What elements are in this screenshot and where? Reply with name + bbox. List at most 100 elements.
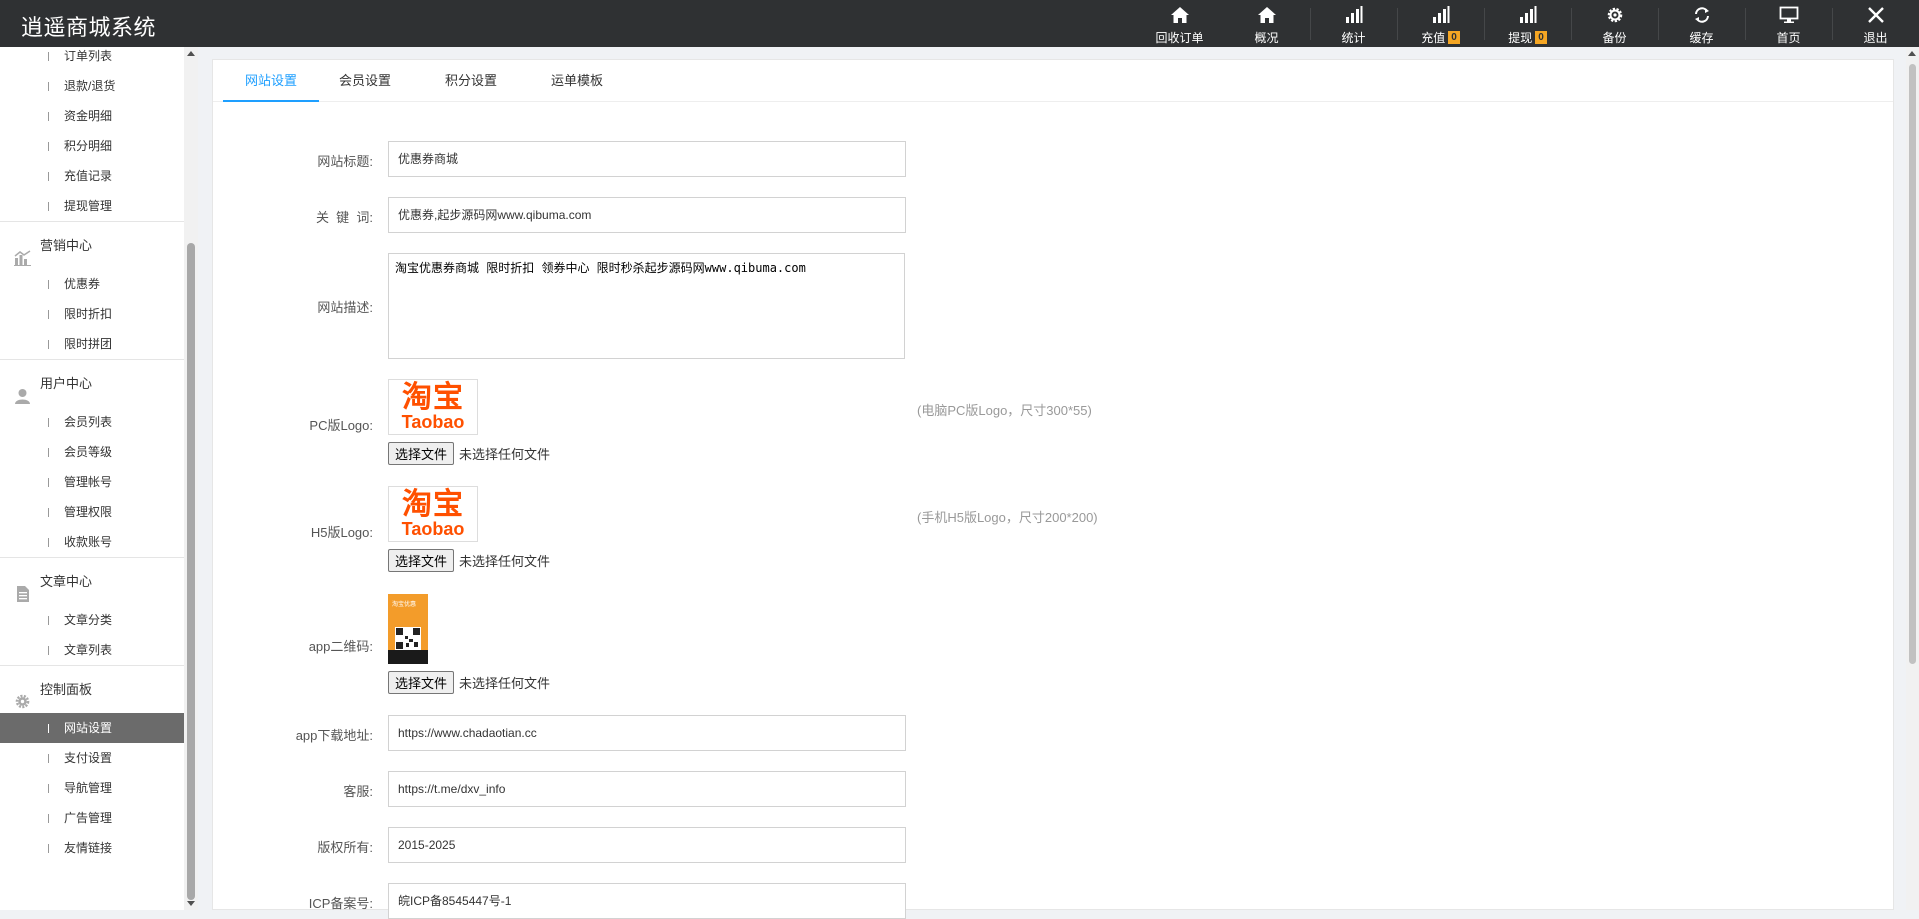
home-icon — [1170, 4, 1190, 26]
gear-icon — [1605, 4, 1625, 26]
top-nav-statistics[interactable]: 统计 — [1310, 0, 1397, 47]
sidebar-item-refund[interactable]: 退款/退货 — [0, 71, 184, 101]
separator — [1745, 8, 1746, 40]
sidebar-group-users[interactable]: 用户中心 — [0, 359, 184, 407]
top-nav-label: 提现 0 — [1508, 29, 1547, 46]
sidebar-group-label: 用户中心 — [40, 376, 93, 391]
sidebar-item-payment-settings[interactable]: 支付设置 — [0, 743, 184, 773]
app-qrcode-label: app二维码: — [308, 639, 373, 654]
top-nav-home[interactable]: 首页 — [1745, 0, 1832, 47]
sidebar-item-ads-manage[interactable]: 广告管理 — [0, 803, 184, 833]
icp-label: ICP备案号: — [308, 896, 373, 911]
site-title-input[interactable]: 优惠券商城 — [388, 141, 906, 177]
tab-waybill-template[interactable]: 运单模板 — [537, 60, 617, 102]
h5-logo-image: 淘宝 Taobao — [388, 486, 478, 542]
sidebar-item-coupons[interactable]: 优惠券 — [0, 269, 184, 299]
scroll-up-arrow-icon[interactable] — [1908, 51, 1916, 56]
choose-file-button[interactable]: 选择文件 — [388, 670, 455, 694]
sidebar-item-site-settings[interactable]: 网站设置 — [0, 713, 184, 743]
bar-chart-icon — [1432, 4, 1450, 26]
monitor-icon — [1779, 4, 1799, 26]
keywords-input[interactable]: 优惠券,起步源码网www.qibuma.com — [388, 197, 906, 233]
choose-file-button[interactable]: 选择文件 — [388, 548, 455, 572]
sidebar-item-payee-accounts[interactable]: 收款账号 — [0, 527, 184, 557]
sidebar-item-withdraw-manage[interactable]: 提现管理 — [0, 191, 184, 221]
sidebar-item-funds[interactable]: 资金明细 — [0, 101, 184, 131]
app-url-input[interactable]: https://www.chadaotian.cc — [388, 715, 906, 751]
app-qrcode-image: 淘宝优惠 — [388, 594, 428, 664]
sidebar-item-nav-manage[interactable]: 导航管理 — [0, 773, 184, 803]
refresh-icon — [1692, 4, 1712, 26]
top-nav-label: 统计 — [1341, 31, 1366, 45]
copyright-input[interactable]: 2015-2025 — [388, 827, 906, 863]
sidebar-group-label: 文章中心 — [40, 574, 93, 589]
sidebar-item-flash-discount[interactable]: 限时折扣 — [0, 299, 184, 329]
main-scrollbar[interactable] — [1906, 47, 1919, 910]
scrollbar-thumb[interactable] — [1909, 64, 1916, 664]
description-label: 网站描述: — [317, 300, 373, 315]
separator — [1658, 8, 1659, 40]
sidebar-item-admin-accounts[interactable]: 管理帐号 — [0, 467, 184, 497]
scroll-down-arrow-icon[interactable] — [187, 901, 195, 906]
app-url-label: app下载地址: — [295, 728, 373, 743]
top-nav: 回收订单 概况 统计 充值 0 提现 0 备份 缓存 首页 退出 — [1136, 0, 1919, 47]
chart-icon — [14, 238, 31, 266]
description-textarea[interactable]: 淘宝优惠券商城 限时折扣 领券中心 限时秒杀起步源码网www.qibuma.co… — [388, 253, 905, 359]
count-badge: 0 — [1535, 31, 1547, 44]
h5-logo-hint: (手机H5版Logo，尺寸200*200) — [917, 510, 1098, 525]
label-text: 充值 — [1421, 31, 1446, 45]
tab-member-settings[interactable]: 会员设置 — [325, 60, 405, 102]
logo-text-cn: 淘宝 — [402, 487, 464, 522]
sidebar-group-articles[interactable]: 文章中心 — [0, 557, 184, 605]
top-nav-logout[interactable]: 退出 — [1832, 0, 1919, 47]
choose-file-button[interactable]: 选择文件 — [388, 441, 455, 465]
separator — [1832, 8, 1833, 40]
top-nav-label: 缓存 — [1689, 31, 1714, 45]
top-nav-backup[interactable]: 备份 — [1571, 0, 1658, 47]
sidebar-item-member-list[interactable]: 会员列表 — [0, 407, 184, 437]
gear-icon — [14, 682, 31, 709]
sidebar-item-friend-links[interactable]: 友情链接 — [0, 833, 184, 863]
sidebar-item-article-categories[interactable]: 文章分类 — [0, 605, 184, 635]
pc-logo-file-input: 选择文件 未选择任何文件 — [388, 441, 550, 465]
sidebar-item-member-levels[interactable]: 会员等级 — [0, 437, 184, 467]
sidebar-group-control-panel[interactable]: 控制面板 — [0, 665, 184, 713]
sidebar-item-group-buy[interactable]: 限时拼团 — [0, 329, 184, 359]
sidebar-scrollbar[interactable] — [184, 47, 198, 910]
pc-logo-hint: (电脑PC版Logo，尺寸300*55) — [917, 403, 1092, 418]
top-nav-recharge[interactable]: 充值 0 — [1397, 0, 1484, 47]
logo-text-en: Taobao — [401, 519, 465, 539]
sidebar-item-points[interactable]: 积分明细 — [0, 131, 184, 161]
tab-site-settings[interactable]: 网站设置 — [223, 60, 319, 102]
site-title-label: 网站标题: — [317, 154, 373, 169]
file-status-text: 未选择任何文件 — [459, 675, 551, 691]
bar-chart-icon — [1345, 4, 1363, 26]
sidebar-item-permissions[interactable]: 管理权限 — [0, 497, 184, 527]
icp-input[interactable]: 皖ICP备8545447号-1 — [388, 883, 906, 919]
service-input[interactable]: https://t.me/dxv_info — [388, 771, 906, 807]
top-nav-recycle-orders[interactable]: 回收订单 — [1136, 0, 1223, 47]
app-qrcode-file-input: 选择文件 未选择任何文件 — [388, 670, 550, 694]
separator — [1397, 8, 1398, 40]
tab-points-settings[interactable]: 积分设置 — [431, 60, 511, 102]
top-nav-label: 概况 — [1254, 31, 1279, 45]
top-nav-label: 首页 — [1776, 31, 1801, 45]
logo-text-en: Taobao — [401, 412, 465, 432]
label-text: 提现 — [1508, 31, 1533, 45]
sidebar-item-recharge-records[interactable]: 充值记录 — [0, 161, 184, 191]
top-bar: 逍遥商城系统 回收订单 概况 统计 充值 0 提现 0 备份 缓存 首页 退出 — [0, 0, 1919, 47]
top-nav-cache[interactable]: 缓存 — [1658, 0, 1745, 47]
sidebar-item-order-list[interactable]: 订单列表 — [0, 47, 184, 71]
scroll-up-arrow-icon[interactable] — [187, 51, 195, 56]
pc-logo-label: PC版Logo: — [309, 418, 373, 433]
sidebar-item-article-list[interactable]: 文章列表 — [0, 635, 184, 665]
scrollbar-thumb[interactable] — [187, 243, 195, 900]
sidebar-group-marketing[interactable]: 营销中心 — [0, 221, 184, 269]
count-badge: 0 — [1448, 31, 1460, 44]
top-nav-label: 充值 0 — [1421, 29, 1460, 46]
app-title: 逍遥商城系统 — [21, 15, 157, 40]
file-status-text: 未选择任何文件 — [459, 446, 551, 462]
top-nav-overview[interactable]: 概况 — [1223, 0, 1310, 47]
top-nav-withdraw[interactable]: 提现 0 — [1484, 0, 1571, 47]
qrcode-title: 淘宝优惠 — [392, 602, 417, 608]
